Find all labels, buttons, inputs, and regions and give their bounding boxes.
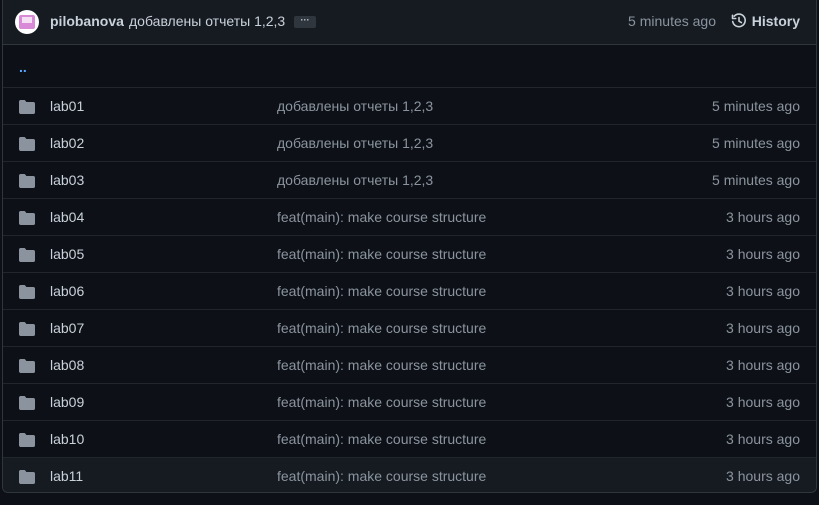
file-row[interactable]: lab07 feat(main): make course structure 3 … xyxy=(3,309,816,346)
file-row[interactable]: lab06 feat(main): make course structure 3 … xyxy=(3,272,816,309)
commit-message-link[interactable]: добавлены отчеты 1,2,3 xyxy=(277,98,433,114)
commit-time: 3 hours ago xyxy=(726,209,800,225)
commit-message-link[interactable]: feat(main): make course structure xyxy=(277,283,486,299)
commit-time: 3 hours ago xyxy=(726,431,800,447)
folder-icon xyxy=(19,211,35,225)
folder-name-link[interactable]: lab10 xyxy=(50,431,84,447)
history-icon xyxy=(731,13,746,28)
folder-icon xyxy=(19,285,35,299)
folder-icon xyxy=(19,433,35,447)
commit-time: 3 hours ago xyxy=(726,320,800,336)
history-label: History xyxy=(751,13,800,29)
commit-message-link[interactable]: добавлены отчеты 1,2,3 xyxy=(277,135,433,151)
commit-time: 5 minutes ago xyxy=(628,13,716,29)
file-row[interactable]: lab05 feat(main): make course structure 3 … xyxy=(3,235,816,272)
folder-icon xyxy=(19,174,35,188)
commit-time: 5 minutes ago xyxy=(712,98,800,114)
folder-name-link[interactable]: lab04 xyxy=(50,209,84,225)
folder-icon xyxy=(19,100,35,114)
commit-time: 3 hours ago xyxy=(726,468,800,484)
commit-author[interactable]: pilobanova xyxy=(50,13,124,29)
folder-icon xyxy=(19,248,35,262)
folder-icon xyxy=(19,359,35,373)
expand-commit-button[interactable]: ··· xyxy=(294,16,316,28)
commit-message-link[interactable]: feat(main): make course structure xyxy=(277,246,486,262)
file-row[interactable]: lab10 feat(main): make course structure 3 … xyxy=(3,420,816,457)
folder-icon xyxy=(19,470,35,484)
commit-message-link[interactable]: feat(main): make course structure xyxy=(277,209,486,225)
file-row[interactable]: lab08 feat(main): make course structure 3 … xyxy=(3,346,816,383)
commit-time: 3 hours ago xyxy=(726,394,800,410)
folder-name-link[interactable]: lab06 xyxy=(50,283,84,299)
folder-name-link[interactable]: lab11 xyxy=(50,468,83,484)
commit-message-link[interactable]: feat(main): make course structure xyxy=(277,394,486,410)
file-row[interactable]: lab04 feat(main): make course structure 3 … xyxy=(3,198,816,235)
commit-message-link[interactable]: feat(main): make course structure xyxy=(277,320,486,336)
commit-message-link[interactable]: feat(main): make course structure xyxy=(277,357,486,373)
commit-message-link[interactable]: добавлены отчеты 1,2,3 xyxy=(277,172,433,188)
commit-time: 5 minutes ago xyxy=(712,172,800,188)
parent-directory-row[interactable]: .. xyxy=(3,45,816,87)
folder-name-link[interactable]: lab02 xyxy=(50,135,84,151)
file-browser: pilobanova добавлены отчеты 1,2,3 ··· 5 … xyxy=(2,0,817,493)
avatar[interactable] xyxy=(15,10,39,34)
folder-icon xyxy=(19,322,35,336)
file-row[interactable]: lab11 feat(main): make course structure 3 … xyxy=(3,457,816,492)
latest-commit-bar: pilobanova добавлены отчеты 1,2,3 ··· 5 … xyxy=(3,0,816,45)
commit-time: 5 minutes ago xyxy=(712,135,800,151)
folder-name-link[interactable]: lab08 xyxy=(50,357,84,373)
parent-directory-link[interactable]: .. xyxy=(19,59,27,75)
commit-time: 3 hours ago xyxy=(726,357,800,373)
commit-message[interactable]: добавлены отчеты 1,2,3 xyxy=(129,13,285,29)
folder-name-link[interactable]: lab09 xyxy=(50,394,84,410)
commit-time: 3 hours ago xyxy=(726,283,800,299)
file-row[interactable]: lab03 добавлены отчеты 1,2,3 5 minutes ago xyxy=(3,161,816,198)
commit-message-link[interactable]: feat(main): make course structure xyxy=(277,431,486,447)
folder-icon xyxy=(19,137,35,151)
folder-name-link[interactable]: lab05 xyxy=(50,246,84,262)
file-row[interactable]: lab09 feat(main): make course structure 3 … xyxy=(3,383,816,420)
history-button[interactable]: History xyxy=(731,13,800,29)
folder-icon xyxy=(19,396,35,410)
file-row[interactable]: lab01 добавлены отчеты 1,2,3 5 minutes ago xyxy=(3,87,816,124)
commit-message-link[interactable]: feat(main): make course structure xyxy=(277,468,486,484)
folder-name-link[interactable]: lab03 xyxy=(50,172,84,188)
folder-name-link[interactable]: lab01 xyxy=(50,98,84,114)
commit-time: 3 hours ago xyxy=(726,246,800,262)
file-row[interactable]: lab02 добавлены отчеты 1,2,3 5 minutes ago xyxy=(3,124,816,161)
folder-name-link[interactable]: lab07 xyxy=(50,320,84,336)
